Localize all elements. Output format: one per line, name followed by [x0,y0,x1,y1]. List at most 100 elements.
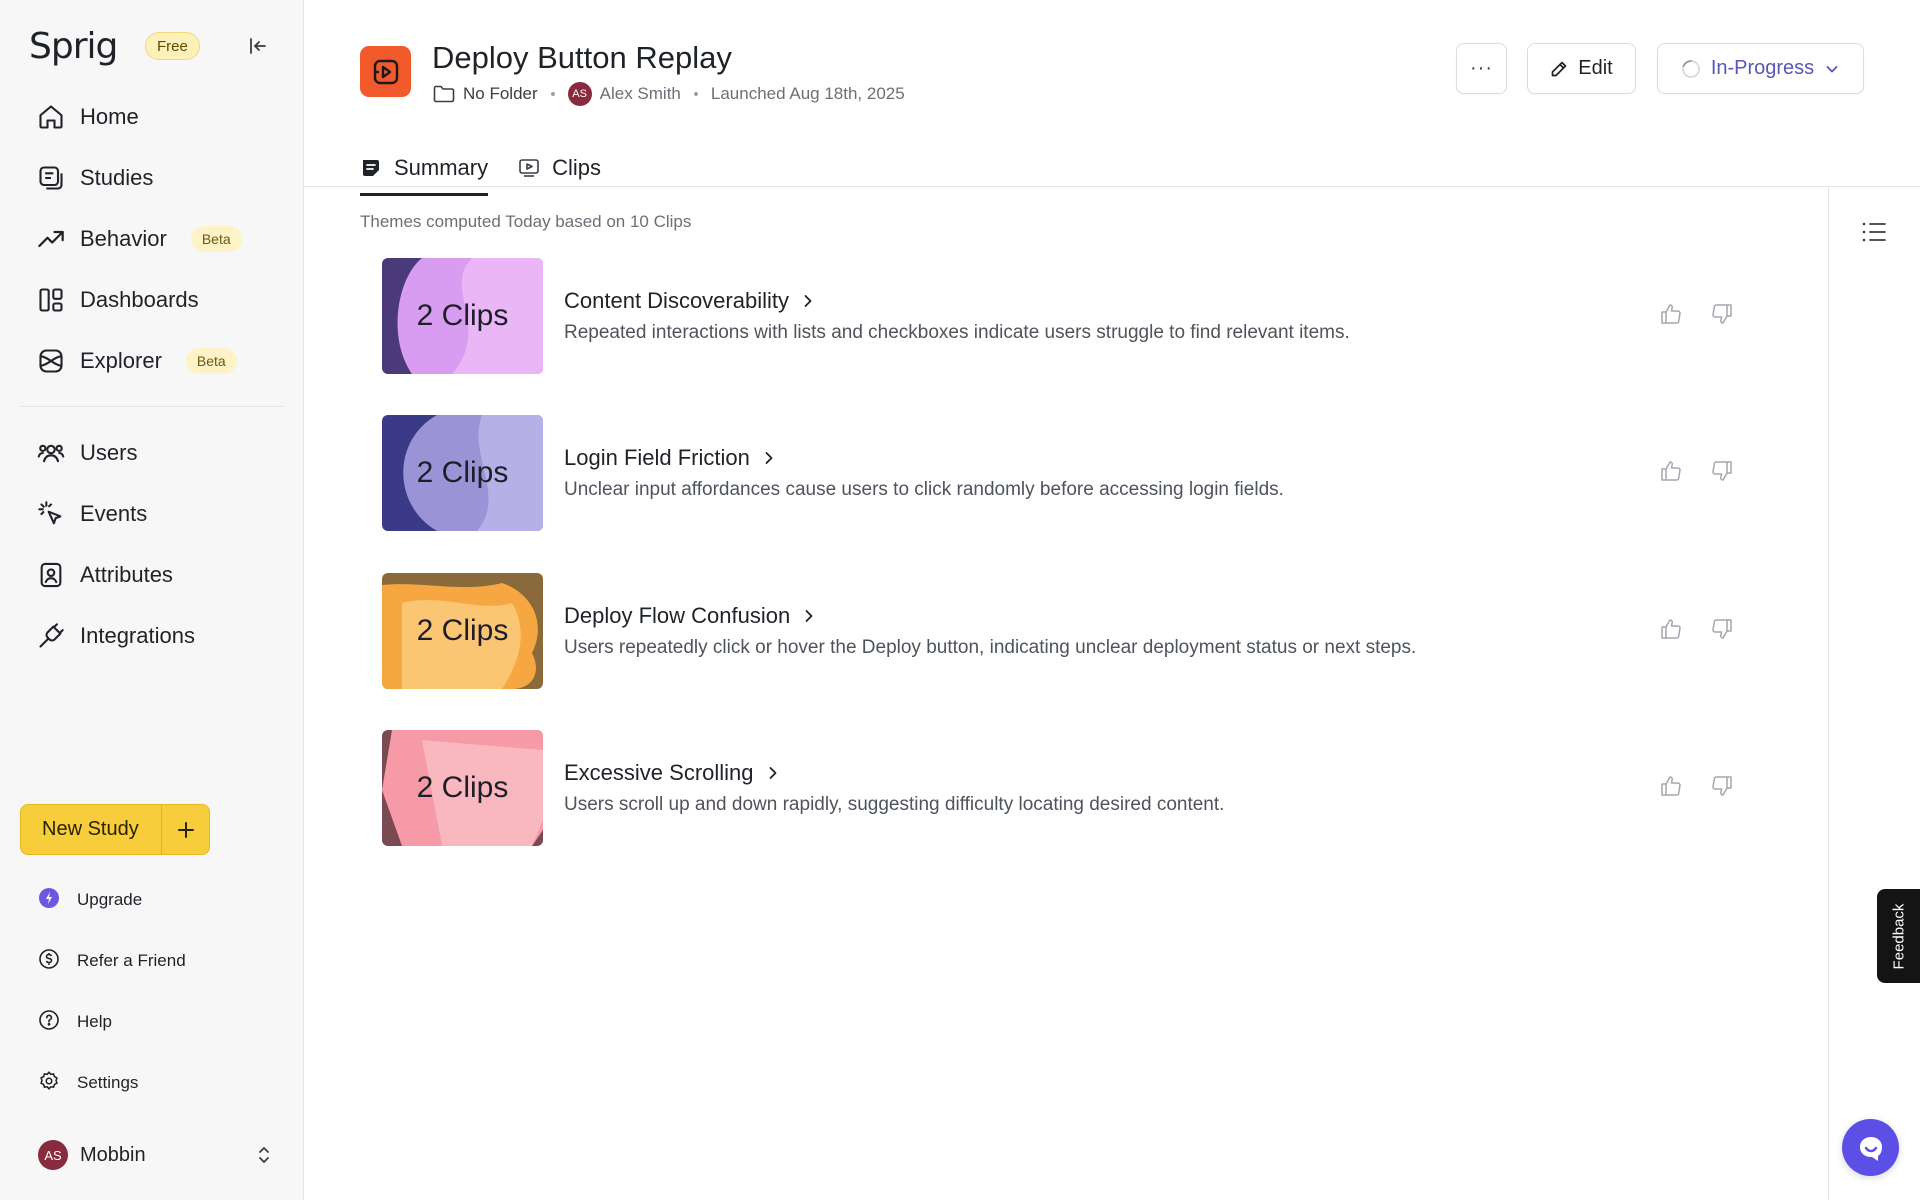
clips-thumbnail[interactable]: 2 Clips [382,258,543,374]
explorer-icon [36,346,66,376]
sidebar-divider [20,406,284,407]
collapse-icon [250,38,266,54]
more-options-button[interactable]: ··· [1456,43,1507,94]
tab-bar: Summary Clips [360,140,601,196]
tab-clips[interactable]: Clips [518,140,601,196]
clips-thumbnail[interactable]: 2 Clips [382,730,543,846]
users-icon [36,438,66,468]
settings-icon [38,1070,60,1097]
nav-label: Studies [80,165,154,190]
beta-badge: Beta [190,226,242,252]
attributes-icon [36,560,66,590]
upgrade-icon [38,887,60,914]
study-meta: No Folder AS Alex Smith Launched Aug 18t… [433,82,905,106]
account-switcher[interactable]: AS Mobbin [38,1137,272,1173]
sprig-logo[interactable]: Sprig [29,26,118,67]
theme-title[interactable]: Content Discoverability [564,288,815,314]
folder-icon [433,85,455,103]
theme-title[interactable]: Excessive Scrolling [564,760,780,786]
theme-title[interactable]: Login Field Friction [564,445,776,471]
thumbs-down-icon[interactable] [1710,302,1734,326]
tab-summary[interactable]: Summary [360,140,489,196]
nav-studies[interactable]: Studies [36,158,153,198]
chat-icon [1859,1136,1882,1161]
edit-button[interactable]: Edit [1527,43,1636,94]
study-type-icon [360,46,411,97]
status-label: In-Progress [1710,57,1815,79]
launch-date: Launched Aug 18th, 2025 [710,84,905,103]
nav-behavior[interactable]: Behavior Beta [36,219,242,259]
collapse-sidebar-button[interactable] [244,32,272,60]
thumbs-up-icon[interactable] [1659,774,1683,798]
folder-link[interactable]: No Folder [463,84,538,104]
upgrade-link[interactable]: Upgrade [38,882,142,918]
clips-thumbnail[interactable]: 2 Clips [382,415,543,531]
nav-integrations[interactable]: Integrations [36,616,195,656]
summary-icon [363,160,379,176]
nav-dashboards[interactable]: Dashboards [36,280,199,320]
themes-note: Themes computed Today based on 10 Clips [360,212,692,231]
status-dropdown[interactable]: In-Progress [1657,43,1864,94]
nav-label: Events [80,501,148,526]
thumbs-down-icon[interactable] [1710,459,1734,483]
nav-label: Users [80,440,138,465]
plan-badge: Free [145,32,200,60]
dashboards-icon [36,285,66,315]
nav-label: Dashboards [80,287,199,312]
theme-row[interactable]: 2 Clips Excessive Scrolling Users scroll… [382,730,1742,846]
nav-events[interactable]: Events [36,494,147,534]
plus-icon[interactable] [162,820,209,840]
nav-home[interactable]: Home [36,97,139,137]
events-icon [36,499,66,529]
thumbs-down-icon[interactable] [1710,774,1734,798]
nav-attributes[interactable]: Attributes [36,555,173,595]
table-of-contents-button[interactable] [1860,218,1888,246]
owner-name: Alex Smith [599,84,681,103]
refer-friend-link[interactable]: Refer a Friend [38,943,186,979]
list-icon [1862,222,1886,242]
theme-row[interactable]: 2 Clips Content Discoverability Repeated… [382,258,1742,374]
home-icon [36,102,66,132]
thumbs-down-icon[interactable] [1710,617,1734,641]
avatar: AS [38,1140,68,1170]
nav-label: Home [80,104,139,129]
thumbs-up-icon[interactable] [1659,617,1683,641]
thumbs-up-icon[interactable] [1659,459,1683,483]
nav-label: Integrations [80,623,195,648]
help-icon [38,1009,60,1036]
chat-support-button[interactable] [1842,1119,1899,1176]
theme-row[interactable]: 2 Clips Login Field Friction Unclear inp… [382,415,1742,531]
pencil-icon [1551,61,1567,76]
feedback-label: Feedback [1890,903,1907,969]
studies-icon [36,163,66,193]
sidebar: Sprig Free Home Studies Behavior Beta Da… [0,0,304,1200]
nav-explorer[interactable]: Explorer Beta [36,341,237,381]
nav-users[interactable]: Users [36,433,137,473]
loading-icon [1681,59,1700,78]
more-icon: ··· [1470,57,1493,79]
page-title: Deploy Button Replay [432,40,732,75]
chevron-right-icon [765,452,773,464]
account-name: Mobbin [80,1143,146,1166]
nav-label: Explorer [80,348,162,373]
thumbs-up-icon[interactable] [1659,302,1683,326]
feedback-tab[interactable]: Feedback [1877,889,1920,983]
clips-thumbnail[interactable]: 2 Clips [382,573,543,689]
chevron-right-icon [805,610,813,622]
trending-icon [36,224,66,254]
new-study-label: New Study [42,818,139,840]
new-study-button[interactable]: New Study [20,804,210,855]
theme-row[interactable]: 2 Clips Deploy Flow Confusion Users repe… [382,573,1742,689]
chevron-right-icon [804,295,812,307]
theme-description: Users scroll up and down rapidly, sugges… [564,794,1225,815]
help-link[interactable]: Help [38,1004,112,1040]
beta-badge: Beta [185,348,237,374]
theme-description: Unclear input affordances cause users to… [564,479,1284,500]
theme-title[interactable]: Deploy Flow Confusion [564,603,816,629]
chevron-updown-icon [259,1147,269,1163]
owner-avatar: AS [567,82,592,106]
theme-description: Repeated interactions with lists and che… [564,322,1350,343]
dollar-icon [38,948,60,975]
clips-icon [519,159,539,177]
settings-link[interactable]: Settings [38,1065,138,1101]
